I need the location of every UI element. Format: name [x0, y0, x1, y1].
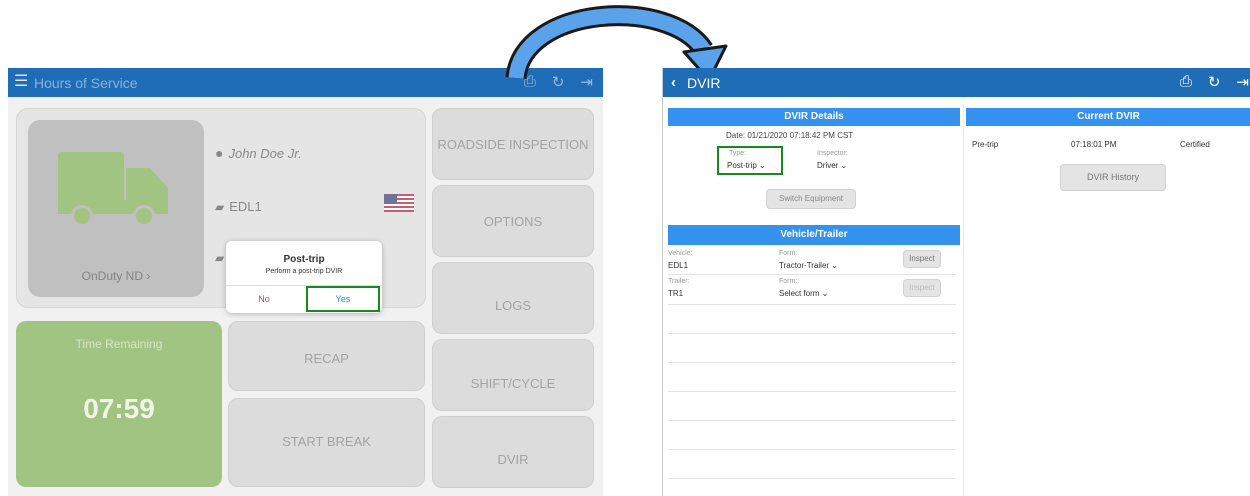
recap-label: RECAP: [304, 351, 349, 366]
truck-icon: [58, 152, 168, 227]
current-dvir-type: Pre-trip: [972, 140, 999, 149]
trailer-form-select[interactable]: Select form ⌄: [779, 289, 828, 298]
dvir-label: DVIR: [497, 452, 529, 467]
roadside-inspection-tile[interactable]: ROADSIDE INSPECTION: [432, 108, 594, 180]
yes-button[interactable]: Yes: [306, 286, 380, 312]
start-break-label: START BREAK: [282, 434, 371, 449]
shift-cycle-label: SHIFT/CYCLE: [470, 376, 556, 391]
vehicle-inspect-button[interactable]: Inspect: [903, 250, 941, 268]
trailer-row: ▰: [215, 251, 224, 265]
logout-icon[interactable]: ⇥: [1236, 73, 1249, 91]
empty-row-divider: [668, 391, 956, 392]
trailer-inspect-button[interactable]: Inspect: [903, 279, 941, 297]
print-icon[interactable]: ⎙: [1180, 73, 1192, 91]
shift-cycle-tile[interactable]: SHIFT/CYCLE: [432, 339, 594, 411]
trailer-value: TR1: [668, 289, 684, 298]
logs-label: LOGS: [494, 298, 532, 313]
truck-small-icon: ▰: [215, 199, 225, 214]
recap-tile[interactable]: RECAP: [228, 321, 425, 391]
vehicle-row: ▰ EDL1: [215, 199, 262, 214]
dialog-message: Perform a post-trip DVIR: [265, 268, 343, 275]
driver-row: ● John Doe Jr.: [215, 145, 302, 161]
header-title: Hours of Service: [34, 75, 138, 91]
refresh-icon[interactable]: ↻: [1208, 73, 1221, 91]
dvir-details-header: DVIR Details: [668, 108, 960, 126]
inspector-select[interactable]: Driver ⌄: [817, 161, 847, 170]
options-label: OPTIONS: [483, 214, 543, 229]
time-remaining-tile: Time Remaining 07:59: [16, 321, 222, 487]
vehicle-label: Vehicle:: [668, 250, 693, 257]
inspector-label: Inspector:: [817, 150, 848, 157]
vehicle-value: EDL1: [668, 261, 689, 270]
back-chevron-icon[interactable]: ‹: [671, 74, 676, 91]
switch-equipment-button[interactable]: Switch Equipment: [766, 189, 856, 209]
column-divider: [963, 104, 964, 496]
empty-row-divider: [668, 333, 956, 334]
us-flag-icon: [384, 194, 414, 212]
trailer-label: Trailer:: [668, 278, 690, 285]
driver-name: John Doe Jr.: [228, 145, 302, 161]
logs-tile[interactable]: LOGS: [432, 262, 594, 334]
dvir-tile[interactable]: DVIR: [432, 416, 594, 488]
trailer-icon: ▰: [215, 251, 225, 265]
user-icon: ●: [215, 145, 224, 161]
dialog-title: Post-trip: [283, 254, 325, 265]
current-dvir-status: Certified: [1180, 140, 1210, 149]
row-divider: [668, 304, 956, 305]
time-remaining-value: 07:59: [83, 393, 155, 424]
empty-row-divider: [668, 449, 956, 450]
more-options-icon[interactable]: ⋮: [1245, 134, 1250, 151]
vehicle-id: EDL1: [229, 199, 262, 214]
empty-row-divider: [668, 478, 956, 479]
roadside-inspection-label: ROADSIDE INSPECTION: [437, 137, 589, 152]
trailer-form-label: Form:: [779, 278, 798, 285]
current-dvir-header: Current DVIR: [966, 108, 1250, 126]
start-break-tile[interactable]: START BREAK: [228, 398, 425, 487]
dvir-history-button[interactable]: DVIR History: [1060, 164, 1166, 191]
hours-of-service-screen: ☰ Hours of Service ⎙ ↻ ⇥ OnDuty ND › ● J…: [8, 68, 603, 496]
vehicle-form-select[interactable]: Tractor-Trailer ⌄: [779, 261, 838, 270]
current-dvir-time: 07:18:01 PM: [1071, 140, 1117, 149]
time-remaining-label: Time Remaining: [75, 337, 163, 351]
vehicle-form-label: Form:: [779, 250, 798, 257]
post-trip-dialog: Post-trip Perform a post-trip DVIR No Ye…: [226, 241, 382, 313]
row-divider: [668, 274, 956, 275]
duty-status-tile[interactable]: OnDuty ND ›: [28, 120, 204, 297]
dvir-date: Date: 01/21/2020 07:18:42 PM CST: [726, 131, 854, 140]
options-tile[interactable]: OPTIONS: [432, 185, 594, 257]
empty-row-divider: [668, 362, 956, 363]
vehicle-trailer-header: Vehicle/Trailer: [668, 225, 960, 245]
type-label: Type:: [729, 150, 747, 157]
dvir-header: ‹ DVIR ⎙ ↻ ⇥: [663, 68, 1250, 97]
no-button[interactable]: No: [226, 287, 302, 311]
type-select[interactable]: Post-trip ⌄: [727, 161, 766, 170]
empty-row-divider: [668, 420, 956, 421]
duty-status-label: OnDuty ND ›: [81, 269, 151, 283]
dvir-screen: ‹ DVIR ⎙ ↻ ⇥ DVIR Details Date: 01/21/20…: [662, 68, 1250, 496]
hamburger-icon[interactable]: ☰: [14, 74, 28, 90]
dvir-title: DVIR: [687, 75, 721, 91]
